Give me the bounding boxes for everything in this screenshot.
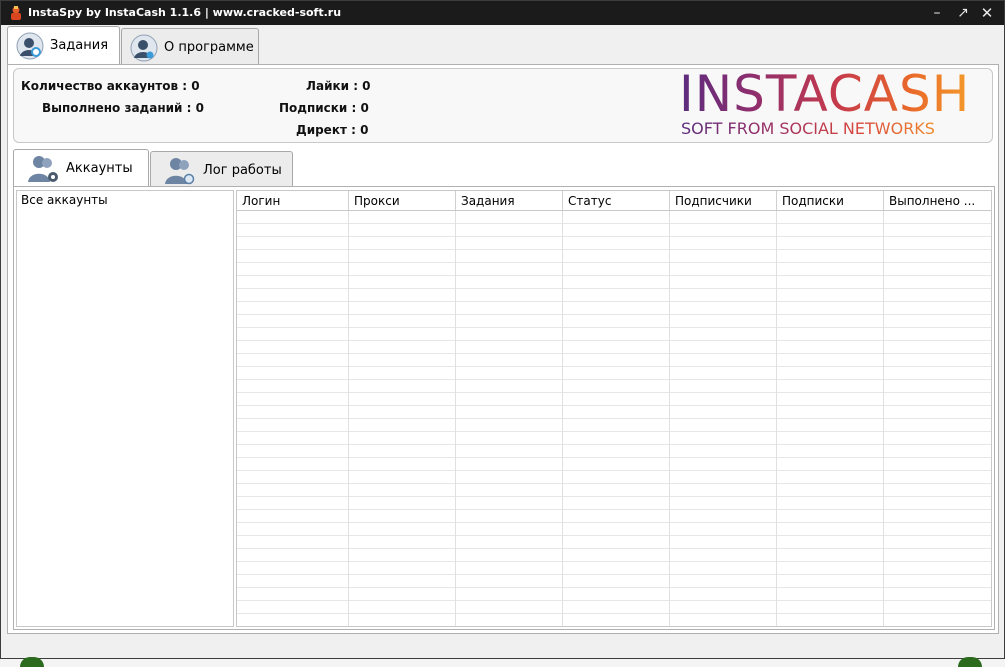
app-window: InstaSpy by InstaCash 1.1.6 | www.cracke… [0, 0, 1005, 659]
minimize-button[interactable]: – [926, 3, 948, 23]
tab-tasks[interactable]: Задания [7, 26, 120, 65]
desktop-icon [20, 657, 44, 667]
grid-column-divider [348, 211, 349, 626]
stat-follows: Подписки : 0 [279, 101, 369, 115]
app-icon [11, 6, 21, 20]
tab-accounts-label: Аккаунты [66, 161, 133, 176]
tree-item-all-accounts[interactable]: Все аккаунты [21, 193, 108, 207]
column-header-proxy[interactable]: Прокси [349, 191, 456, 210]
column-header-following[interactable]: Подписки [777, 191, 884, 210]
grid-column-divider [669, 211, 670, 626]
tab-log-label: Лог работы [203, 163, 282, 178]
grid-column-divider [455, 211, 456, 626]
accounts-tree[interactable]: Все аккаунты [16, 190, 234, 627]
users-search-icon [165, 158, 195, 185]
column-header-tasks[interactable]: Задания [456, 191, 563, 210]
grid-column-divider [883, 211, 884, 626]
users-gear-icon [28, 156, 58, 182]
tab-tasks-label: Задания [50, 38, 109, 53]
maximize-button[interactable]: ↗ [952, 3, 974, 23]
stat-tasks-done: Выполнено заданий : 0 [42, 101, 204, 115]
instacash-logo: INSTACASH SOFT FROM SOCIAL NETWORKS [679, 66, 985, 138]
tab-about[interactable]: О программе [121, 28, 259, 64]
accounts-grid[interactable]: Логин Прокси Задания Статус Подписчики П… [236, 190, 992, 627]
window-title: InstaSpy by InstaCash 1.1.6 | www.cracke… [28, 6, 342, 19]
user-search-icon [16, 32, 44, 60]
grid-column-divider [562, 211, 563, 626]
title-bar[interactable]: InstaSpy by InstaCash 1.1.6 | www.cracke… [1, 1, 1004, 25]
logo-title: INSTACASH [679, 65, 971, 123]
tab-accounts[interactable]: Аккаунты [13, 149, 149, 187]
grid-body[interactable] [237, 211, 991, 626]
tab-about-label: О программе [164, 40, 254, 55]
stats-box: Количество аккаунтов : 0 Выполнено задан… [13, 66, 993, 143]
user-info-icon [130, 34, 158, 62]
column-header-completed[interactable]: Выполнено ... [884, 191, 991, 210]
tasks-panel: Количество аккаунтов : 0 Выполнено задан… [7, 64, 999, 634]
column-header-status[interactable]: Статус [563, 191, 670, 210]
column-header-login[interactable]: Логин [237, 191, 349, 210]
tab-log[interactable]: Лог работы [150, 151, 293, 187]
grid-row-lines [237, 211, 991, 626]
stat-likes: Лайки : 0 [306, 79, 371, 93]
column-header-followers[interactable]: Подписчики [670, 191, 777, 210]
grid-column-divider [776, 211, 777, 626]
logo-subtitle: SOFT FROM SOCIAL NETWORKS [681, 119, 935, 138]
close-button[interactable]: ✕ [976, 3, 998, 23]
accounts-panel: Все аккаунты Логин Прокси Задания Статус… [13, 186, 995, 630]
grid-header: Логин Прокси Задания Статус Подписчики П… [237, 191, 991, 211]
desktop-icon [958, 657, 982, 667]
stat-accounts: Количество аккаунтов : 0 [21, 79, 200, 93]
desktop-background [0, 659, 1005, 667]
stat-direct: Директ : 0 [296, 123, 369, 137]
